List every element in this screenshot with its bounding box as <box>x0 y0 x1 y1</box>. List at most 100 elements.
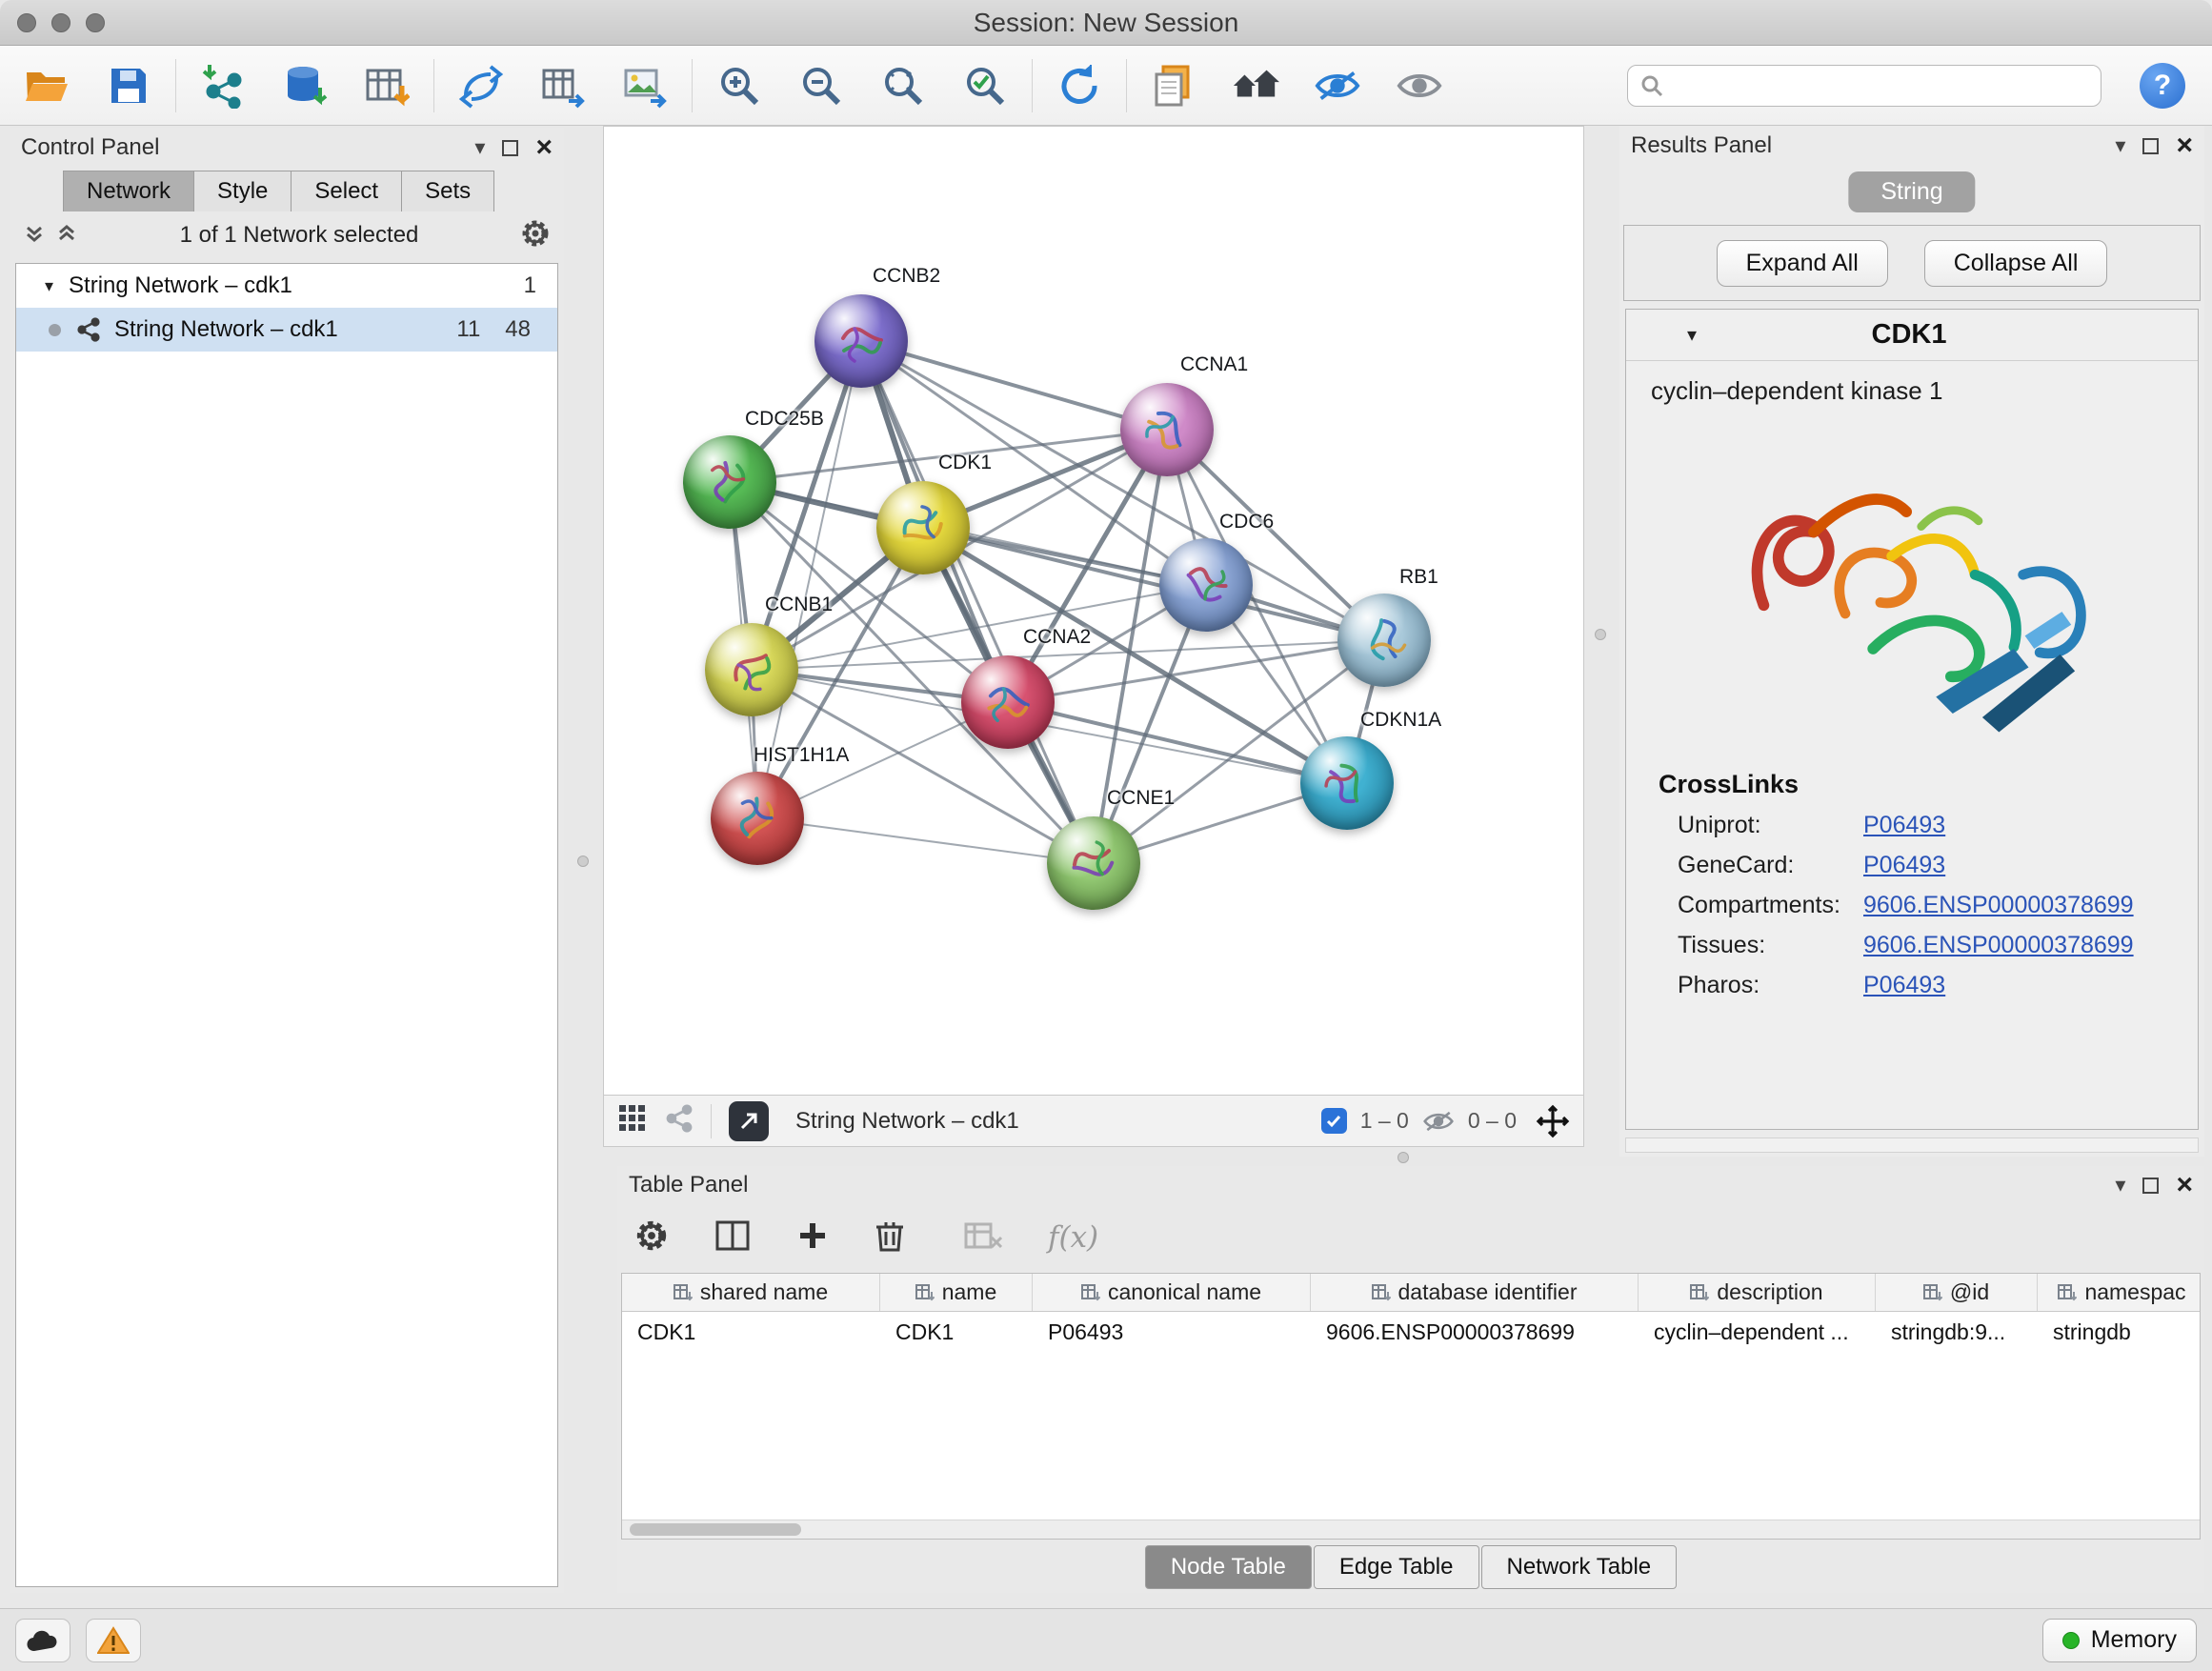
zoom-selected-icon[interactable] <box>961 62 1009 110</box>
maximize-panel-icon[interactable] <box>2142 1178 2159 1194</box>
collapse-all-icon[interactable] <box>23 222 46 250</box>
crosslink-link[interactable]: 9606.ENSP00000378699 <box>1863 892 2134 919</box>
import-network-file-icon[interactable] <box>199 62 247 110</box>
table-cell[interactable]: 9606.ENSP00000378699 <box>1311 1312 1639 1352</box>
expand-all-icon[interactable] <box>55 222 78 250</box>
network-row[interactable]: String Network – cdk1 11 48 <box>16 308 557 352</box>
memory-button[interactable]: Memory <box>2042 1619 2197 1662</box>
edge-CCNA2-CDKN1A[interactable] <box>1008 702 1347 783</box>
maximize-panel-icon[interactable] <box>502 140 518 156</box>
crosslink-link[interactable]: P06493 <box>1863 972 1945 999</box>
import-table-icon[interactable] <box>363 62 411 110</box>
float-panel-icon[interactable]: ▾ <box>2115 1173 2125 1198</box>
warnings-button[interactable] <box>86 1619 141 1662</box>
grid-view-icon[interactable] <box>617 1103 648 1138</box>
column-header--id[interactable]: @id <box>1876 1274 2038 1311</box>
tab-sets[interactable]: Sets <box>401 171 494 211</box>
export-network-icon[interactable] <box>457 62 505 110</box>
fit-content-icon[interactable] <box>1536 1104 1570 1138</box>
results-scrollbar[interactable] <box>1625 1137 2199 1153</box>
network-node-ccnb1[interactable] <box>705 623 798 716</box>
column-header-name[interactable]: name <box>880 1274 1033 1311</box>
table-cell[interactable]: stringdb:9... <box>1876 1312 2038 1352</box>
network-node-ccna2[interactable] <box>961 655 1055 749</box>
network-node-cdc6[interactable] <box>1159 538 1253 632</box>
tab-select[interactable]: Select <box>291 171 402 211</box>
selected-nodes-checkbox[interactable] <box>1321 1108 1347 1134</box>
table-cell[interactable]: P06493 <box>1033 1312 1311 1352</box>
column-header-shared-name[interactable]: shared name <box>622 1274 880 1311</box>
table-cell[interactable]: CDK1 <box>880 1312 1033 1352</box>
network-node-cdkn1a[interactable] <box>1300 736 1394 830</box>
cloud-button[interactable] <box>15 1619 70 1662</box>
table-hscrollbar[interactable] <box>622 1520 2200 1539</box>
tab-node-table[interactable]: Node Table <box>1145 1545 1312 1589</box>
expand-all-button[interactable]: Expand All <box>1717 240 1888 287</box>
help-button[interactable]: ? <box>2140 63 2185 109</box>
column-header-database-identifier[interactable]: database identifier <box>1311 1274 1639 1311</box>
show-details-eye-icon[interactable] <box>1396 62 1443 110</box>
export-image-icon[interactable] <box>621 62 669 110</box>
crosslink-link[interactable]: 9606.ENSP00000378699 <box>1863 932 2134 959</box>
select-columns-icon[interactable] <box>714 1219 751 1257</box>
network-node-ccna1[interactable] <box>1120 383 1214 476</box>
table-body-row[interactable]: CDK1CDK1P064939606.ENSP00000378699cyclin… <box>622 1312 2200 1352</box>
table-cell[interactable]: cyclin–dependent ... <box>1639 1312 1876 1352</box>
string-tab-badge[interactable]: String <box>1848 171 1975 212</box>
export-table-icon[interactable] <box>539 62 587 110</box>
network-node-cdc25b[interactable] <box>683 435 776 529</box>
close-panel-icon[interactable]: × <box>2176 1176 2193 1195</box>
column-header-canonical-name[interactable]: canonical name <box>1033 1274 1311 1311</box>
horizontal-splitter-handle[interactable] <box>1398 1152 1409 1163</box>
edge-CCNB2-CCNE1[interactable] <box>861 341 1094 863</box>
network-canvas[interactable]: CCNB2CCNA1CDC25BCDK1CDC6RB1CCNB1CCNA2CDK… <box>604 127 1583 1095</box>
edge-HIST1H1A-CCNE1[interactable] <box>757 818 1094 863</box>
close-panel-icon[interactable]: × <box>2176 136 2193 155</box>
float-panel-icon[interactable]: ▾ <box>474 135 485 160</box>
tab-style[interactable]: Style <box>193 171 292 211</box>
float-panel-icon[interactable]: ▾ <box>2115 133 2125 158</box>
search-input[interactable] <box>1672 72 2101 99</box>
network-collection-row[interactable]: ▾ String Network – cdk1 1 <box>16 264 557 308</box>
delete-column-icon[interactable] <box>875 1218 905 1258</box>
home-networks-icon[interactable] <box>1232 62 1279 110</box>
collapse-all-button[interactable]: Collapse All <box>1924 240 2108 287</box>
zoom-fit-icon[interactable] <box>879 62 927 110</box>
network-node-ccnb2[interactable] <box>814 294 908 388</box>
edge-CDK1-RB1[interactable] <box>923 528 1384 640</box>
toolbar-search[interactable] <box>1627 65 2101 107</box>
refresh-icon[interactable] <box>1056 62 1103 110</box>
table-cell[interactable]: CDK1 <box>622 1312 880 1352</box>
column-header-namespac[interactable]: namespac <box>2038 1274 2201 1311</box>
network-node-cdk1[interactable] <box>876 481 970 574</box>
open-session-icon[interactable] <box>23 62 70 110</box>
close-panel-icon[interactable]: × <box>535 138 553 157</box>
crosslink-link[interactable]: P06493 <box>1863 812 1945 839</box>
network-node-hist1h1a[interactable] <box>711 772 804 865</box>
right-splitter-handle[interactable] <box>1595 629 1606 640</box>
scrollbar-thumb[interactable] <box>630 1523 801 1536</box>
table-settings-gear-icon[interactable] <box>634 1218 669 1258</box>
tab-edge-table[interactable]: Edge Table <box>1314 1545 1479 1589</box>
left-splitter-handle[interactable] <box>577 856 589 867</box>
section-collapse-icon[interactable]: ▾ <box>1687 323 1697 347</box>
cdk1-section-header[interactable]: ▾ CDK1 <box>1626 310 2198 361</box>
tree-expand-icon[interactable]: ▾ <box>45 276 53 296</box>
gear-icon[interactable] <box>520 218 551 253</box>
tab-network[interactable]: Network <box>63 171 194 211</box>
open-in-new-icon[interactable] <box>729 1101 769 1141</box>
copy-document-icon[interactable] <box>1150 62 1197 110</box>
add-column-icon[interactable] <box>796 1219 829 1257</box>
tab-network-table[interactable]: Network Table <box>1481 1545 1678 1589</box>
import-network-database-icon[interactable] <box>281 62 329 110</box>
hidden-eye-icon[interactable] <box>1422 1109 1455 1134</box>
save-session-icon[interactable] <box>105 62 152 110</box>
table-cell[interactable]: stringdb <box>2038 1312 2201 1352</box>
maximize-panel-icon[interactable] <box>2142 138 2159 154</box>
crosslink-link[interactable]: P06493 <box>1863 852 1945 879</box>
hide-details-eye-icon[interactable] <box>1314 62 1361 110</box>
network-node-rb1[interactable] <box>1337 594 1431 687</box>
share-view-icon[interactable] <box>665 1104 694 1137</box>
column-header-description[interactable]: description <box>1639 1274 1876 1311</box>
zoom-out-icon[interactable] <box>797 62 845 110</box>
